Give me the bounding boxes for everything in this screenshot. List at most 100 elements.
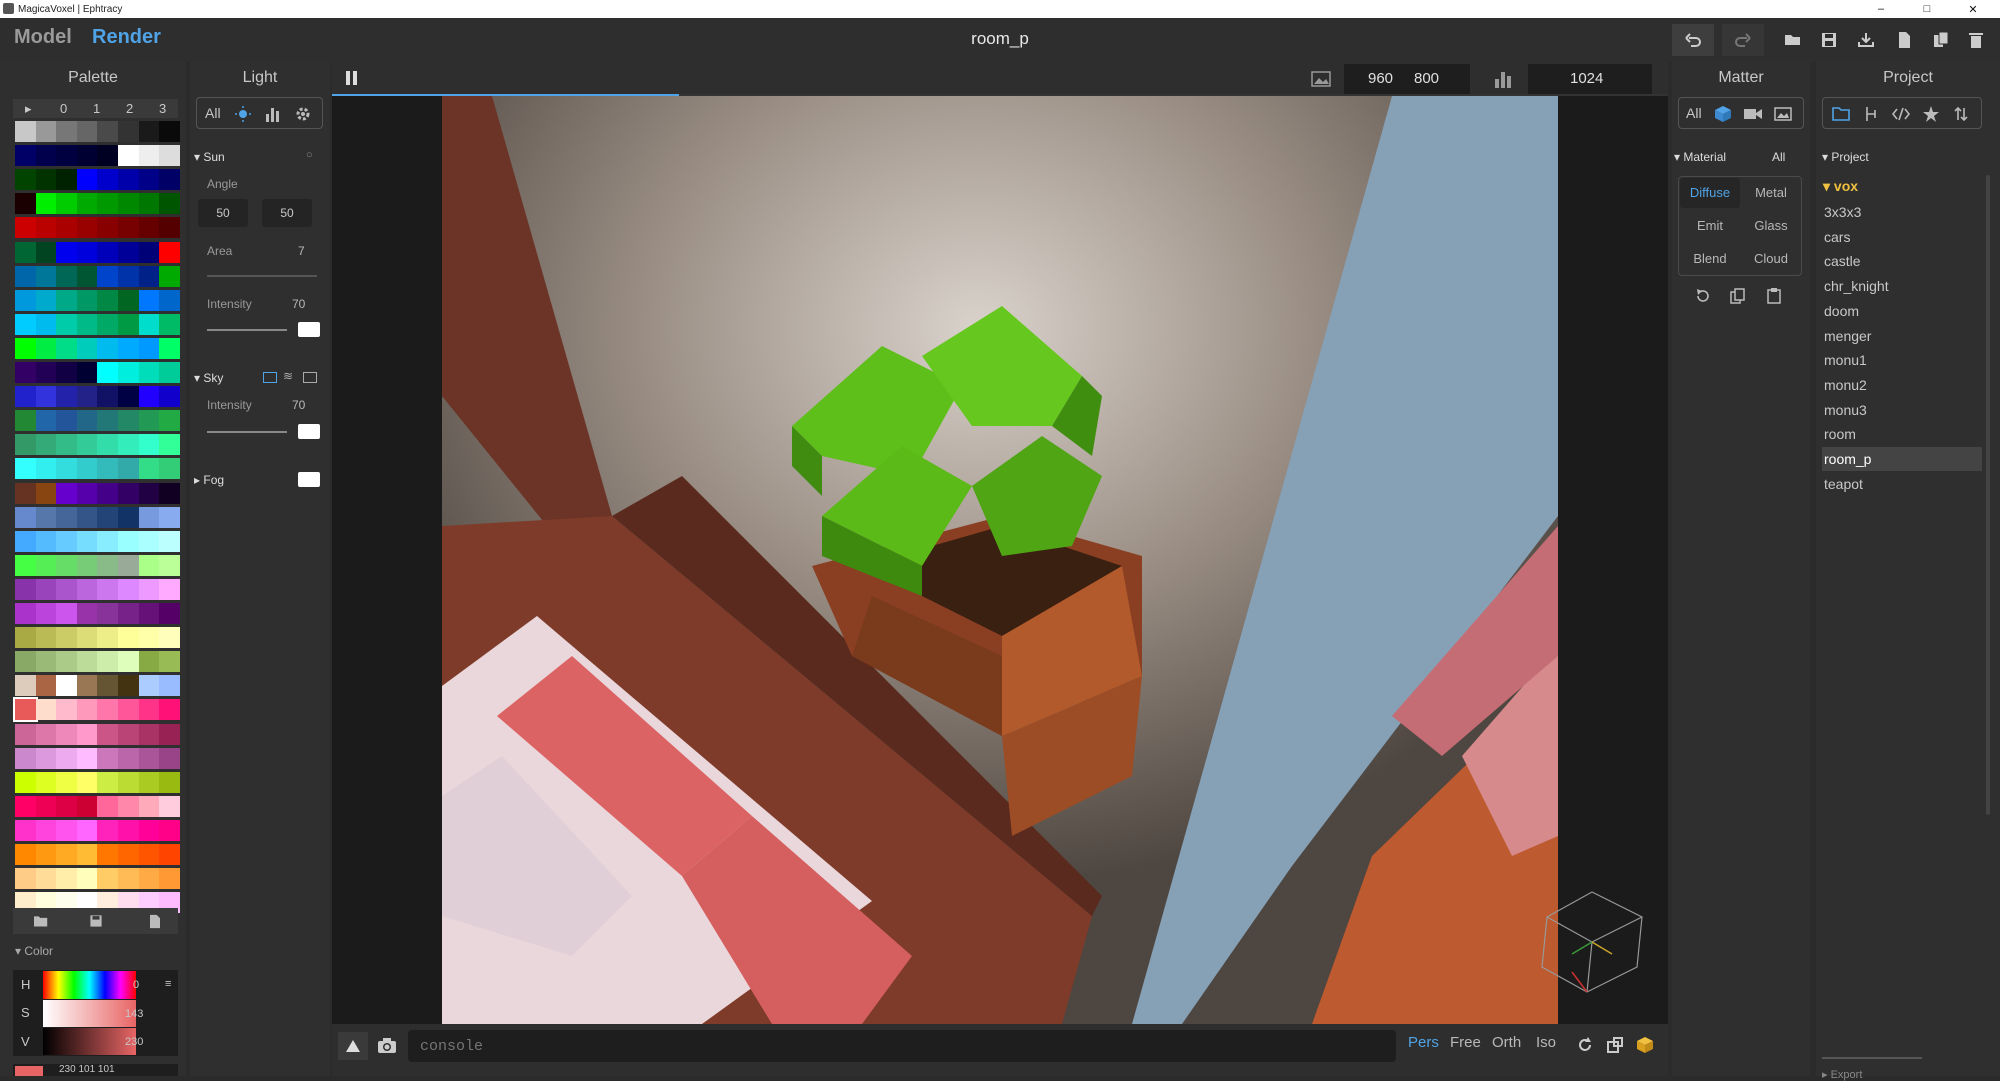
project-file-item[interactable]: monu1 <box>1822 348 1982 372</box>
palette-tab-arrow[interactable]: ▸ <box>25 101 32 117</box>
palette-swatch[interactable] <box>15 410 36 432</box>
palette-swatch[interactable] <box>118 145 139 167</box>
palette-swatch[interactable] <box>118 771 139 793</box>
palette-swatch[interactable] <box>76 603 98 624</box>
angle-field-2[interactable]: 50 <box>262 199 312 227</box>
palette-swatch[interactable] <box>56 530 78 552</box>
palette-swatch[interactable] <box>159 868 181 890</box>
angle-field-1[interactable]: 50 <box>198 199 248 227</box>
project-file-item[interactable]: room <box>1822 422 1982 446</box>
project-file-item[interactable]: monu2 <box>1822 373 1982 397</box>
palette-swatch[interactable] <box>56 145 78 167</box>
palette-swatch[interactable] <box>35 458 57 480</box>
palette-swatch[interactable] <box>76 675 98 697</box>
export-section-toggle[interactable]: ▸ Export <box>1822 1068 1862 1081</box>
palette-swatch[interactable] <box>76 868 98 890</box>
palette-swatch[interactable] <box>138 699 160 721</box>
palette-swatch[interactable] <box>15 771 36 793</box>
material-section-toggle[interactable]: ▾ Material <box>1674 150 1726 164</box>
palette-swatch[interactable] <box>138 771 160 793</box>
palette-swatch[interactable] <box>35 386 57 408</box>
palette-swatch[interactable] <box>138 362 160 383</box>
palette-swatch[interactable] <box>56 844 78 865</box>
palette-swatch[interactable] <box>97 530 119 552</box>
palette-swatch[interactable] <box>76 217 98 239</box>
palette-swatch[interactable] <box>159 482 181 504</box>
value-slider[interactable] <box>43 1028 136 1055</box>
palette-swatch[interactable] <box>15 603 36 624</box>
palette-swatch[interactable] <box>56 651 78 673</box>
palette-swatch[interactable] <box>76 458 98 480</box>
palette-swatch[interactable] <box>97 627 119 649</box>
palette-swatch[interactable] <box>76 337 98 359</box>
project-file-item[interactable]: menger <box>1822 324 1982 348</box>
palette-swatch[interactable] <box>15 145 36 167</box>
palette-swatch[interactable] <box>97 651 119 673</box>
sky-intensity-slider[interactable] <box>207 431 287 433</box>
palette-swatch[interactable] <box>56 627 78 649</box>
palette-swatch[interactable] <box>97 434 119 456</box>
orientation-cube[interactable] <box>1532 882 1652 1002</box>
sky-image-icon[interactable] <box>303 372 317 383</box>
palette-swatch[interactable] <box>76 265 98 287</box>
palette-swatch[interactable] <box>76 530 98 552</box>
area-value[interactable]: 7 <box>298 244 305 258</box>
material-blend[interactable]: Blend <box>1680 244 1740 274</box>
voxel-view-button[interactable] <box>1634 1034 1656 1056</box>
palette-swatch[interactable] <box>35 675 57 697</box>
palette-swatch[interactable] <box>35 313 57 335</box>
sun-intensity-slider[interactable] <box>207 329 287 331</box>
palette-swatch[interactable] <box>35 506 57 528</box>
palette-swatch[interactable] <box>35 844 57 865</box>
palette-swatch[interactable] <box>97 362 119 383</box>
palette-swatch[interactable] <box>76 699 98 721</box>
palette-swatch[interactable] <box>159 627 181 649</box>
palette-swatch[interactable] <box>118 121 139 142</box>
palette-swatch[interactable] <box>76 554 98 576</box>
palette-swatch[interactable] <box>118 675 139 697</box>
hue-slider[interactable] <box>43 971 136 999</box>
palette-swatch[interactable] <box>15 627 36 649</box>
palette-swatch[interactable] <box>118 337 139 359</box>
palette-swatch[interactable] <box>76 819 98 841</box>
palette-swatch[interactable] <box>118 506 139 528</box>
palette-swatch[interactable] <box>118 386 139 408</box>
palette-swatch[interactable] <box>118 554 139 576</box>
open-palette-button[interactable] <box>31 911 51 931</box>
palette-swatch[interactable] <box>56 386 78 408</box>
palette-swatch[interactable] <box>76 289 98 311</box>
palette-swatch[interactable] <box>15 362 36 383</box>
maximize-button[interactable]: □ <box>1904 0 1950 18</box>
palette-swatch[interactable] <box>138 482 160 504</box>
palette-swatch[interactable] <box>97 699 119 721</box>
palette-swatch[interactable] <box>97 795 119 817</box>
palette-swatch[interactable] <box>159 554 181 576</box>
palette-swatch[interactable] <box>159 675 181 697</box>
palette-swatch[interactable] <box>35 434 57 456</box>
sun-filter-button[interactable] <box>233 104 253 124</box>
palette-swatch[interactable] <box>97 603 119 624</box>
palette-swatch[interactable] <box>15 386 36 408</box>
palette-swatch[interactable] <box>118 651 139 673</box>
palette-swatch[interactable] <box>97 506 119 528</box>
close-button[interactable]: ✕ <box>1950 0 1996 18</box>
palette-swatch[interactable] <box>138 289 160 311</box>
fog-color-swatch[interactable] <box>298 472 320 487</box>
palette-swatch[interactable] <box>35 289 57 311</box>
palette-swatch[interactable] <box>76 578 98 600</box>
sun-color-swatch[interactable] <box>298 322 320 337</box>
palette-swatch[interactable] <box>159 578 181 600</box>
palette-swatch[interactable] <box>97 844 119 865</box>
view-mode-free[interactable]: Free <box>1450 1034 1481 1051</box>
palette-swatch[interactable] <box>15 819 36 841</box>
palette-swatch[interactable] <box>35 145 57 167</box>
palette-swatch[interactable] <box>35 193 57 215</box>
vox-folder[interactable]: ▾ vox <box>1823 178 1858 195</box>
palette-swatch[interactable] <box>15 530 36 552</box>
palette-swatch[interactable] <box>76 362 98 383</box>
palette-swatch[interactable] <box>15 723 36 745</box>
palette-swatch[interactable] <box>138 337 160 359</box>
palette-swatch[interactable] <box>118 723 139 745</box>
palette-swatch[interactable] <box>159 289 181 311</box>
palette-swatch[interactable] <box>97 265 119 287</box>
